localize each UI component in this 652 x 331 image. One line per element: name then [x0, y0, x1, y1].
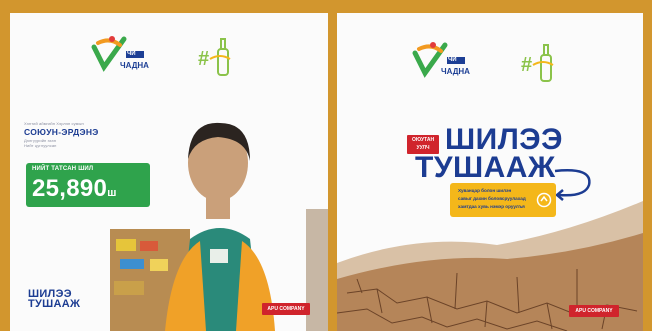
total-value: 25,890ш	[32, 175, 117, 203]
person-photo	[110, 109, 328, 331]
svg-text:#: #	[521, 54, 532, 76]
logo-word-chadna: ЧАДНА	[441, 67, 470, 76]
total-number: 25,890	[32, 175, 108, 202]
bottle-sign-icon: #	[196, 35, 240, 79]
company-tag: APU COMPANY	[262, 303, 310, 315]
shilee-tushaaj-logo: ШИЛЭЭ ТУШААЖ	[28, 289, 80, 310]
left-poster[interactable]: ЧИ ЧАДНА # Хэнтий аймгийн Хэрлэн сумын С…	[10, 13, 328, 331]
logo-word-chi: ЧИ	[127, 51, 136, 57]
logo-word-chi: ЧИ	[448, 57, 457, 63]
company-tag: APU COMPANY	[569, 305, 619, 317]
chi-chadna-logo: ЧИ ЧАДНА	[411, 39, 471, 81]
right-poster[interactable]: ЧИ ЧАДНА # ОЮУТАН УУЛЧ ШИЛЭЭ ТУШААЖ Хува…	[337, 13, 643, 331]
svg-text:#: #	[198, 48, 209, 70]
logo-word-chadna: ЧАДНА	[120, 61, 149, 70]
title-line-2: ТУШААЖ	[415, 151, 556, 184]
chi-chadna-logo: ЧИ ЧАДНА	[90, 33, 150, 75]
total-label: НИЙТ ТАТСАН ШИЛ	[32, 166, 94, 172]
brand-line-2: ТУШААЖ	[28, 298, 81, 310]
bottle-sign-icon: #	[519, 41, 563, 85]
red-badge-line-1: ОЮУТАН	[411, 137, 435, 143]
